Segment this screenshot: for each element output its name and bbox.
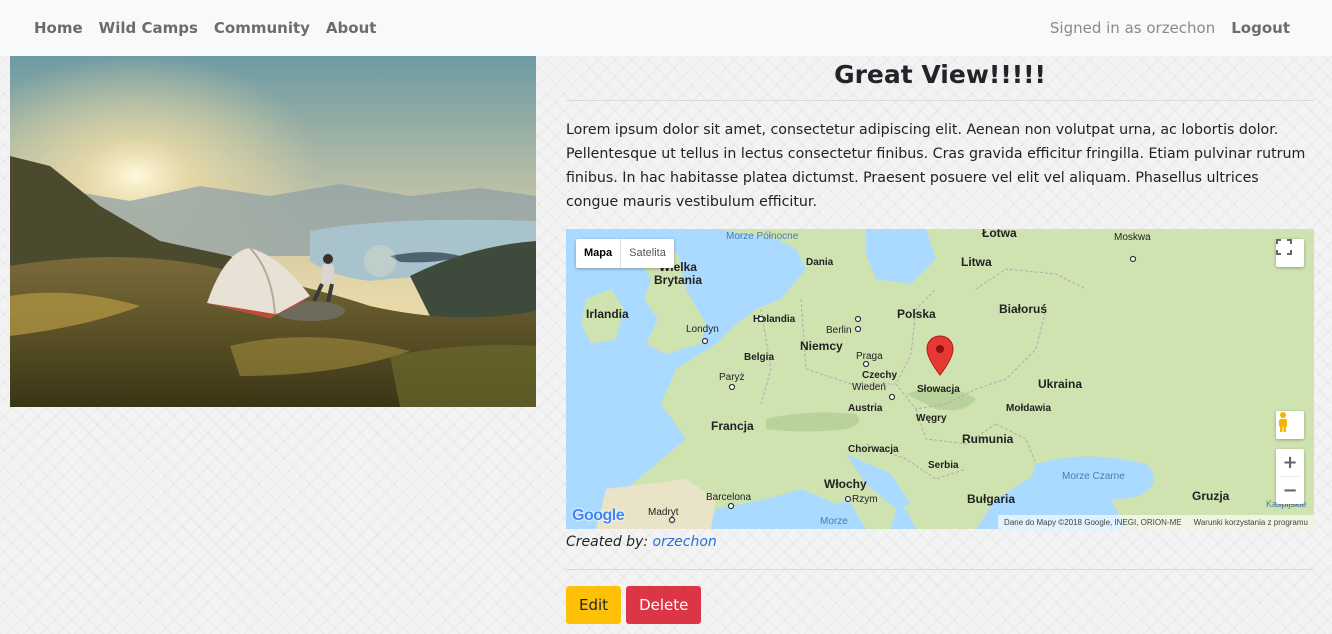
map-label-bulgaria: Bułgaria xyxy=(967,492,1016,506)
map-label-slovakia: Słowacja xyxy=(917,384,960,395)
map-label-lithuania: Litwa xyxy=(961,255,992,269)
pegman-icon xyxy=(1279,412,1287,432)
map-label-rome: Rzym xyxy=(852,494,878,505)
action-buttons: Edit Delete xyxy=(566,586,1314,624)
actions-divider xyxy=(566,569,1314,570)
nav-user: Signed in as orzechon Logout xyxy=(1050,19,1298,37)
map-label-croatia: Chorwacja xyxy=(848,444,899,455)
google-logo-text: Google xyxy=(572,507,625,524)
map-label-czechia: Czechy xyxy=(862,370,898,381)
map-marker-icon[interactable] xyxy=(925,335,955,377)
map-label-ireland: Irlandia xyxy=(586,307,629,321)
map-label-serbia: Serbia xyxy=(928,460,959,471)
logout-link[interactable]: Logout xyxy=(1231,19,1290,37)
camp-map[interactable]: Morze Północne Wielka Brytania Irlandia … xyxy=(566,229,1314,529)
nav-home-link[interactable]: Home xyxy=(34,19,83,37)
map-label-austria: Austria xyxy=(848,403,883,414)
map-label-black-sea: Morze Czarne xyxy=(1062,471,1125,482)
map-label-poland: Polska xyxy=(897,307,936,321)
delete-button[interactable]: Delete xyxy=(626,586,702,624)
map-label-belarus: Białoruś xyxy=(999,302,1048,316)
map-label-madrid: Madryt xyxy=(648,507,679,518)
camp-description: Lorem ipsum dolor sit amet, consectetur … xyxy=(566,122,1306,210)
map-label-barcelona: Barcelona xyxy=(706,492,752,503)
map-label-georgia: Gruzja xyxy=(1192,489,1230,503)
fullscreen-icon xyxy=(1276,239,1292,255)
map-terms-link[interactable]: Warunki korzystania z programu xyxy=(1194,518,1308,527)
camp-details: Great View!!!!! Lorem ipsum dolor sit am… xyxy=(566,56,1314,624)
map-label-latvia: Łotwa xyxy=(982,229,1017,240)
nav-links: Home Wild Camps Community About xyxy=(34,19,392,37)
street-view-button[interactable] xyxy=(1276,411,1304,439)
map-label-vienna: Wiedeń xyxy=(852,382,886,393)
camp-photo-illustration xyxy=(10,56,536,407)
zoom-out-button[interactable]: − xyxy=(1276,477,1304,504)
map-label-berlin: Berlin xyxy=(826,325,852,336)
map-label-moldova: Mołdawia xyxy=(1006,403,1052,414)
nav-about-link[interactable]: About xyxy=(326,19,377,37)
map-label-denmark: Dania xyxy=(806,257,834,268)
created-by: Created by: orzechon xyxy=(566,534,1314,556)
map-label-sea: Morze xyxy=(820,516,848,527)
google-logo: Google xyxy=(572,507,625,525)
signed-in-text: Signed in as orzechon xyxy=(1049,19,1216,37)
map-label-prague: Praga xyxy=(856,351,883,362)
map-label-france: Francja xyxy=(711,419,754,433)
zoom-control: + − xyxy=(1276,449,1304,504)
nav-community-link[interactable]: Community xyxy=(214,19,310,37)
map-label-netherlands: Holandia xyxy=(753,314,796,325)
map-attribution: Dane do Mapy ©2018 Google, INEGI, ORION-… xyxy=(1004,517,1182,527)
nav-wild-camps-link[interactable]: Wild Camps xyxy=(99,19,198,37)
map-label-north-sea: Morze Północne xyxy=(726,231,799,242)
map-label-london: Londyn xyxy=(686,324,719,335)
author-link[interactable]: orzechon xyxy=(653,534,717,550)
map-type-map-button[interactable]: Mapa xyxy=(576,239,622,268)
navbar: Home Wild Camps Community About Signed i… xyxy=(0,0,1332,56)
map-type-satellite-button[interactable]: Satelita xyxy=(621,239,674,268)
map-label-italy: Włochy xyxy=(824,477,867,491)
map-type-control: Mapa Satelita xyxy=(576,239,674,268)
edit-button[interactable]: Edit xyxy=(566,586,622,624)
map-label-belgium: Belgia xyxy=(744,352,775,363)
camp-photo xyxy=(10,56,536,407)
map-label-germany: Niemcy xyxy=(800,339,843,353)
map-label-hungary: Węgry xyxy=(916,413,947,424)
map-label-ukraine: Ukraina xyxy=(1038,377,1083,391)
title-divider xyxy=(566,100,1314,101)
zoom-in-button[interactable]: + xyxy=(1276,449,1304,476)
map-label-paris: Paryż xyxy=(719,372,745,383)
map-label-romania: Rumunia xyxy=(962,432,1014,446)
fullscreen-button[interactable] xyxy=(1276,239,1304,267)
map-attribution-bar: Dane do Mapy ©2018 Google, INEGI, ORION-… xyxy=(998,515,1314,529)
created-by-label: Created by: xyxy=(566,534,649,550)
camp-title: Great View!!!!! xyxy=(834,60,1046,89)
map-label-moscow: Moskwa xyxy=(1114,232,1151,243)
